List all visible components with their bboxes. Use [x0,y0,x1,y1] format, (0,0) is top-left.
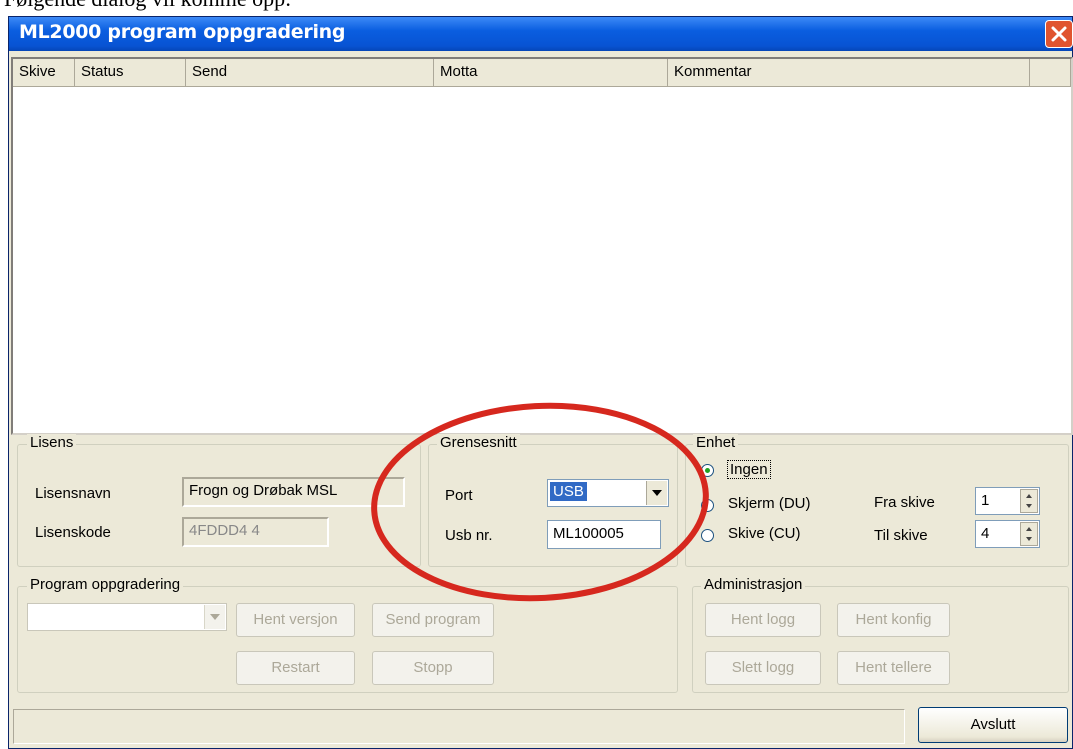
status-bar [13,709,905,744]
column-header-send[interactable]: Send [186,59,434,87]
grensesnitt-group-title: Grensesnitt [437,434,520,451]
close-button[interactable] [1045,20,1073,48]
slett-logg-button[interactable]: Slett logg [705,651,821,685]
radio-dot [705,468,710,473]
til-skive-label: Til skive [874,527,928,544]
radio-skjerm[interactable] [701,499,714,512]
fra-skive-spinner[interactable] [1020,489,1038,513]
til-skive-spinner[interactable] [1020,522,1038,546]
send-program-button[interactable]: Send program [372,603,494,637]
title-bar[interactable]: ML2000 program oppgradering [9,17,1073,51]
avslutt-button[interactable]: Avslutt [918,707,1068,743]
usb-nr-label: Usb nr. [445,527,493,544]
upgrade-dialog: ML2000 program oppgradering Skive Status… [8,16,1073,749]
lisensnavn-label: Lisensnavn [35,485,111,502]
document-caption: Følgende dialog vil komme opp: [4,0,291,12]
radio-skive-label[interactable]: Skive (CU) [728,525,801,542]
radio-ingen-label[interactable]: Ingen [727,460,771,479]
chevron-down-icon[interactable] [646,481,667,505]
stopp-button[interactable]: Stopp [372,651,494,685]
version-select[interactable] [27,603,227,631]
administrasjon-group-title: Administrasjon [701,576,806,593]
fra-skive-label: Fra skive [874,494,935,511]
hent-versjon-button[interactable]: Hent versjon [236,603,355,637]
close-icon [1051,26,1067,42]
lisenskode-field: 4FDDD4 4 [182,517,329,547]
hent-tellere-button[interactable]: Hent tellere [837,651,950,685]
port-selected-value: USB [550,482,587,501]
column-header-status[interactable]: Status [75,59,186,87]
restart-button[interactable]: Restart [236,651,355,685]
chevron-down-icon[interactable] [204,605,225,629]
hent-konfig-button[interactable]: Hent konfig [837,603,950,637]
column-header-kommentar[interactable]: Kommentar [668,59,1030,87]
enhet-group-title: Enhet [693,434,739,451]
column-header-skive[interactable]: Skive [13,59,75,87]
port-select[interactable]: USB [547,479,669,507]
status-list[interactable]: Skive Status Send Motta Kommentar [11,57,1073,435]
lisenskode-label: Lisenskode [35,524,111,541]
radio-ingen[interactable] [701,464,714,477]
lisensnavn-field: Frogn og Drøbak MSL [182,477,405,507]
usb-nr-input[interactable]: ML100005 [547,520,661,549]
radio-skive[interactable] [701,529,714,542]
lisens-group-title: Lisens [27,434,77,451]
port-label: Port [445,487,473,504]
window-title: ML2000 program oppgradering [19,21,346,43]
program-group-title: Program oppgradering [27,576,184,593]
column-header-motta[interactable]: Motta [434,59,668,87]
radio-skjerm-label[interactable]: Skjerm (DU) [728,495,811,512]
hent-logg-button[interactable]: Hent logg [705,603,821,637]
column-header-filler [1030,59,1071,87]
